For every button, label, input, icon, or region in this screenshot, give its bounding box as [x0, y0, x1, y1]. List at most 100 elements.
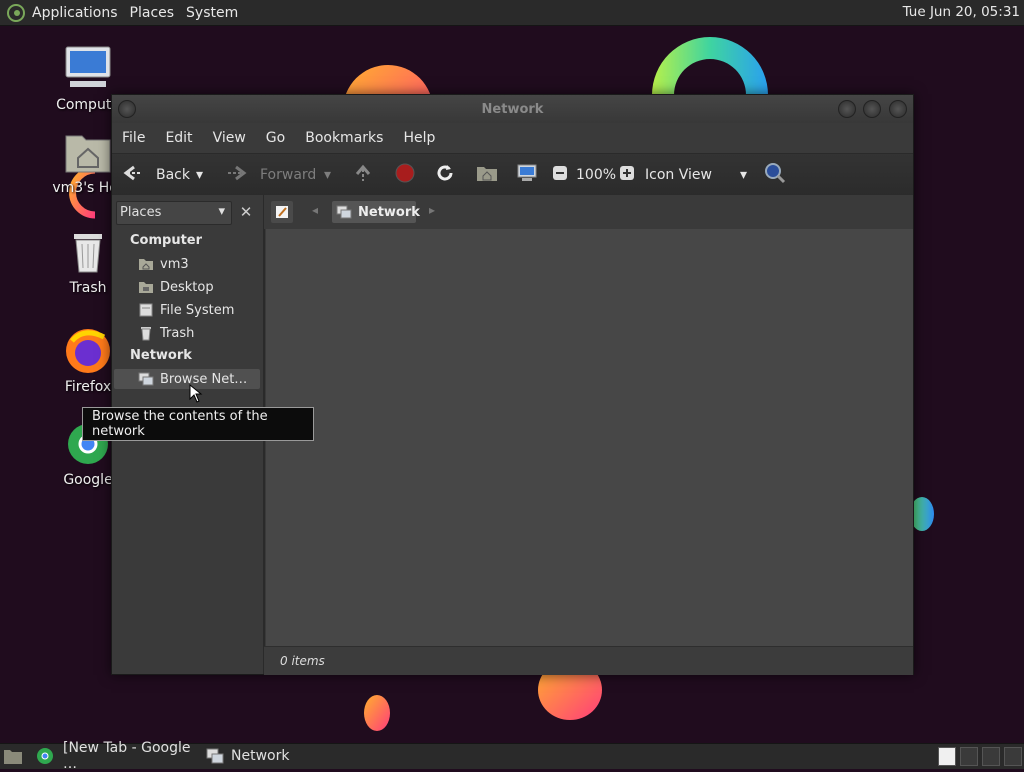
minimize-button[interactable] [838, 100, 856, 118]
sidebar-item-vm3[interactable]: vm3 [138, 254, 189, 274]
taskbar-item-label: Network [231, 748, 290, 764]
network-section-header: Network [130, 348, 192, 363]
zoom-out-icon [552, 165, 568, 185]
zoom-out-button[interactable] [552, 162, 568, 188]
desktop-chrome-label: Google [63, 472, 113, 488]
sidebar-item-label: Browse Net… [160, 371, 248, 387]
sidebar-item-file-system[interactable]: File System [138, 300, 234, 320]
distro-logo-icon[interactable] [6, 3, 26, 23]
search-button[interactable] [764, 162, 786, 188]
workspace-switcher-3[interactable] [982, 747, 1000, 766]
side-pane-close-button[interactable]: ✕ [236, 201, 256, 223]
menu-help[interactable]: Help [393, 130, 445, 146]
close-button[interactable] [889, 100, 907, 118]
sidebar-item-label: Desktop [160, 279, 214, 295]
workspace-switcher-2[interactable] [960, 747, 978, 766]
back-arrow-icon [122, 163, 146, 187]
menu-file[interactable]: File [112, 130, 155, 146]
window-titlebar[interactable]: Network [112, 95, 913, 123]
home-folder-icon [138, 256, 154, 272]
path-scroll-left-icon[interactable]: ◂ [312, 203, 318, 217]
taskbar-item-label: [New Tab - Google … [63, 740, 191, 772]
back-label: Back [156, 167, 190, 183]
drive-icon [138, 302, 154, 318]
desktop-firefox-label: Firefox [64, 379, 112, 395]
show-desktop-icon [3, 750, 23, 769]
computer-icon [516, 163, 538, 187]
sidebar-item-browse-network[interactable]: Browse Net… [114, 369, 260, 389]
toggle-location-entry-button[interactable] [271, 201, 293, 223]
window-title: Network [481, 102, 544, 117]
forward-arrow-icon [226, 163, 250, 187]
status-item-count: 0 items [280, 654, 325, 668]
taskbar-item-network[interactable]: Network [206, 745, 336, 767]
file-manager-window: Network File Edit View Go Bookmarks Help… [111, 94, 914, 675]
back-history-dropdown[interactable]: ▾ [196, 162, 203, 188]
bottom-panel: [New Tab - Google … Network [0, 740, 1024, 772]
path-button-label: Network [358, 204, 420, 220]
path-scroll-right-icon[interactable]: ▸ [429, 203, 435, 217]
applications-menu[interactable]: Applications [26, 5, 124, 21]
desktop-trash-label: Trash [69, 280, 107, 296]
desktop-folder-icon [138, 279, 154, 295]
chevron-down-icon: ▾ [218, 204, 225, 219]
show-desktop-button[interactable] [3, 747, 23, 769]
forward-label: Forward [260, 167, 317, 183]
up-button[interactable] [353, 162, 373, 188]
sidebar-item-label: vm3 [160, 256, 189, 272]
menu-go[interactable]: Go [256, 130, 295, 146]
stop-icon [395, 163, 415, 187]
home-folder-icon [476, 163, 498, 187]
chevron-down-icon: ▾ [196, 167, 204, 183]
menu-view[interactable]: View [203, 130, 256, 146]
trash-icon [138, 325, 154, 341]
back-button[interactable]: Back [122, 162, 190, 188]
location-bar: ◂ Network ▸ [264, 195, 913, 229]
computer-button[interactable] [516, 162, 538, 188]
side-pane-selector[interactable]: Places ▾ [116, 201, 232, 225]
chevron-down-icon: ▾ [739, 167, 747, 183]
mouse-cursor-icon [189, 384, 203, 403]
clock[interactable]: Tue Jun 20, 05:31 [903, 4, 1020, 20]
up-arrow-icon [353, 163, 373, 187]
sidebar-item-trash[interactable]: Trash [138, 323, 194, 343]
home-button[interactable] [476, 162, 498, 188]
taskbar-item-chrome[interactable]: [New Tab - Google … [36, 740, 196, 772]
computer-section-header: Computer [130, 233, 203, 248]
sidebar-item-label: File System [160, 302, 235, 318]
side-pane-selector-label: Places [120, 205, 162, 220]
top-panel: Applications Places System Tue Jun 20, 0… [0, 0, 1024, 26]
forward-button[interactable]: Forward [226, 162, 316, 188]
places-menu[interactable]: Places [124, 5, 181, 21]
chevron-down-icon: ▾ [324, 167, 332, 183]
reload-button[interactable] [435, 162, 455, 188]
trash-icon [64, 228, 112, 276]
forward-history-dropdown[interactable]: ▾ [324, 162, 331, 188]
system-menu[interactable]: System [180, 5, 244, 21]
view-mode-select[interactable]: Icon View ▾ [645, 162, 747, 188]
status-bar: 0 items [264, 646, 913, 675]
network-icon [336, 204, 352, 220]
tooltip: Browse the contents of the network [82, 407, 314, 441]
search-icon [764, 162, 786, 188]
zoom-level[interactable]: 100% [576, 162, 616, 188]
menu-edit[interactable]: Edit [155, 130, 202, 146]
home-folder-icon [64, 128, 112, 176]
zoom-in-button[interactable] [619, 162, 635, 188]
workspace-switcher-4[interactable] [1004, 747, 1022, 766]
sidebar-item-desktop[interactable]: Desktop [138, 277, 214, 297]
stop-button[interactable] [395, 162, 415, 188]
network-icon [138, 371, 154, 387]
edit-pencil-icon [274, 204, 290, 224]
maximize-button[interactable] [863, 100, 881, 118]
path-button-network[interactable]: Network [332, 201, 420, 223]
network-icon [206, 747, 224, 765]
workspace-switcher-1[interactable] [938, 747, 956, 766]
view-mode-label: Icon View [645, 167, 712, 183]
firefox-icon [64, 327, 112, 375]
file-view[interactable] [266, 229, 913, 646]
menubar: File Edit View Go Bookmarks Help [112, 123, 913, 153]
chrome-icon [36, 747, 54, 765]
menu-bookmarks[interactable]: Bookmarks [295, 130, 393, 146]
computer-icon [64, 45, 112, 93]
